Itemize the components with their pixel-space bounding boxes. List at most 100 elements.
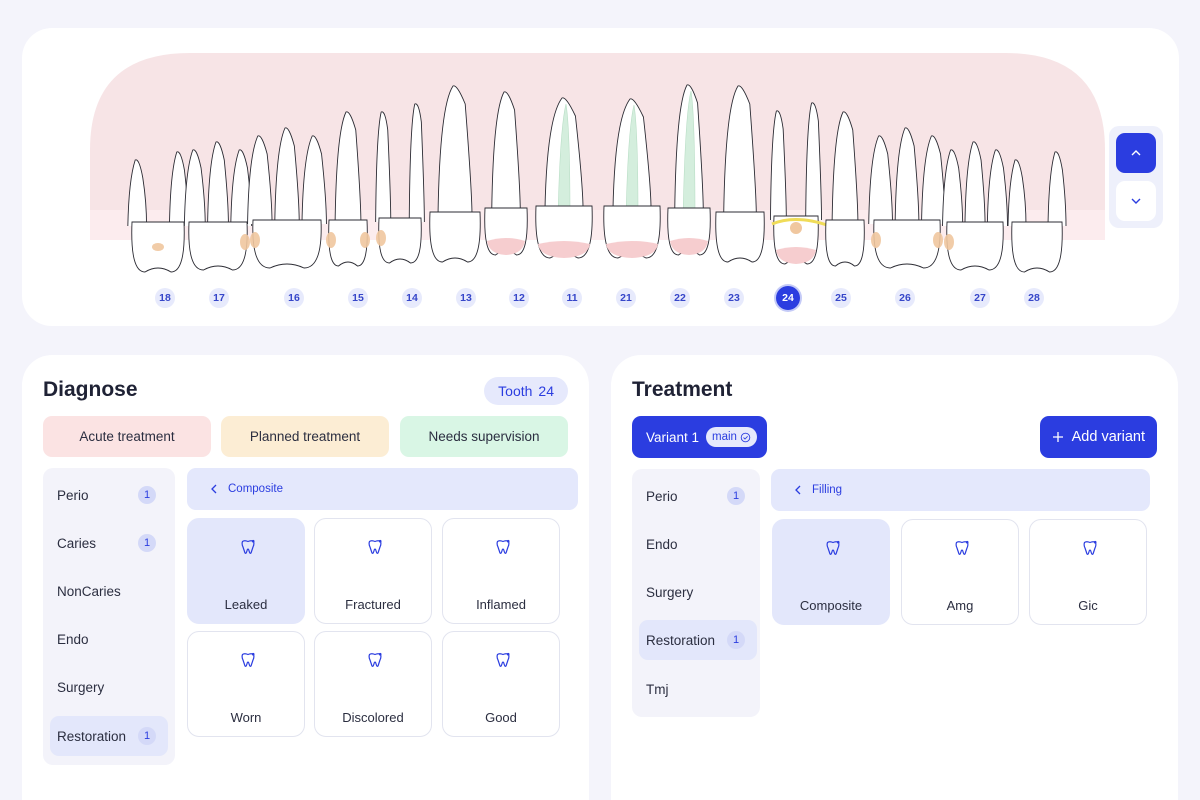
tooth-number-3[interactable]: 15 bbox=[348, 288, 368, 308]
diagnose-breadcrumb[interactable]: Composite bbox=[187, 468, 578, 510]
caries-mark bbox=[152, 243, 164, 251]
status-planned-treatment-button[interactable]: Planned treatment bbox=[221, 416, 389, 457]
chevron-left-icon bbox=[795, 485, 801, 495]
category-count-badge: 1 bbox=[138, 727, 156, 745]
chevron-down-icon bbox=[1131, 198, 1141, 204]
tooth-icon bbox=[952, 538, 972, 558]
tooth-crown bbox=[946, 221, 1004, 271]
category-perio[interactable]: Perio 1 bbox=[50, 475, 168, 515]
treatment-title: Treatment bbox=[632, 378, 733, 401]
option-composite[interactable]: Composite bbox=[772, 519, 890, 625]
tooth-crown bbox=[873, 219, 941, 269]
tooth-number-0[interactable]: 18 bbox=[155, 288, 175, 308]
tooth-icon bbox=[493, 650, 513, 670]
tooth-27 bbox=[942, 141, 1008, 271]
tooth-number-4[interactable]: 14 bbox=[402, 288, 422, 308]
add-variant-button[interactable]: Add variant bbox=[1039, 416, 1157, 458]
category-label: Restoration bbox=[646, 632, 716, 648]
upper-jaw-chart bbox=[90, 53, 1105, 273]
caries-mark bbox=[376, 230, 386, 246]
treatment-breadcrumb[interactable]: Filling bbox=[771, 469, 1150, 511]
option-label: Composite bbox=[799, 598, 863, 613]
tooth-number-5[interactable]: 13 bbox=[456, 288, 476, 308]
category-endo[interactable]: Endo bbox=[50, 619, 168, 659]
tooth-number-13[interactable]: 26 bbox=[895, 288, 915, 308]
tooth-crown bbox=[429, 211, 481, 263]
diagnose-category-list: Perio 1 Caries 1 NonCaries Endo Surgery Restora… bbox=[43, 468, 175, 765]
tooth-icon bbox=[493, 537, 513, 557]
caries-mark bbox=[240, 234, 250, 250]
option-inflamed[interactable]: Inflamed bbox=[442, 518, 560, 624]
category-caries[interactable]: Caries 1 bbox=[50, 523, 168, 563]
status-needs-supervision-button[interactable]: Needs supervision bbox=[400, 416, 568, 457]
option-label: Inflamed bbox=[476, 597, 526, 612]
tooth-number-15[interactable]: 28 bbox=[1024, 288, 1044, 308]
tooth-number-14[interactable]: 27 bbox=[970, 288, 990, 308]
tooth-number-1[interactable]: 17 bbox=[209, 288, 229, 308]
tooth-number-7[interactable]: 11 bbox=[562, 288, 582, 308]
category-tmj[interactable]: Tmj bbox=[639, 669, 757, 709]
category-label: Caries bbox=[57, 535, 97, 551]
tooth-number-8[interactable]: 21 bbox=[616, 288, 636, 308]
tooth-crown bbox=[252, 219, 322, 269]
option-fractured[interactable]: Fractured bbox=[314, 518, 432, 624]
caries-mark bbox=[944, 234, 954, 250]
category-label: Surgery bbox=[646, 584, 694, 600]
category-surgery[interactable]: Surgery bbox=[639, 572, 757, 612]
category-count-badge: 1 bbox=[727, 631, 745, 649]
caries-mark bbox=[790, 222, 802, 234]
option-discolored[interactable]: Discolored bbox=[314, 631, 432, 737]
category-restoration[interactable]: Restoration 1 bbox=[639, 620, 757, 660]
treatment-category-list: Perio 1 Endo Surgery Restoration 1 Tmj bbox=[632, 469, 760, 717]
tooth-number-6[interactable]: 12 bbox=[509, 288, 529, 308]
caries-mark bbox=[326, 232, 336, 248]
tooth-number-12[interactable]: 25 bbox=[831, 288, 851, 308]
category-endo[interactable]: Endo bbox=[639, 524, 757, 564]
category-restoration[interactable]: Restoration 1 bbox=[50, 716, 168, 756]
category-surgery[interactable]: Surgery bbox=[50, 667, 168, 707]
status-acute-treatment-button[interactable]: Acute treatment bbox=[43, 416, 211, 457]
option-label: Fractured bbox=[345, 597, 401, 612]
option-worn[interactable]: Worn bbox=[187, 631, 305, 737]
category-count-badge: 1 bbox=[138, 534, 156, 552]
variant-button[interactable]: Variant 1 main bbox=[632, 416, 767, 458]
option-label: Amg bbox=[946, 598, 974, 613]
option-label: Worn bbox=[230, 710, 262, 725]
breadcrumb-label: Filling bbox=[812, 484, 843, 496]
upper-jaw-button[interactable] bbox=[1116, 133, 1156, 173]
option-good[interactable]: Good bbox=[442, 631, 560, 737]
tooth-26 bbox=[868, 127, 946, 269]
caries-mark bbox=[871, 232, 881, 248]
category-label: Tmj bbox=[646, 681, 669, 697]
selected-tooth-chip[interactable]: Tooth 24 bbox=[484, 377, 568, 405]
category-count-badge: 1 bbox=[138, 486, 156, 504]
tooth-crown bbox=[1011, 221, 1063, 273]
option-label: Gic bbox=[1078, 598, 1098, 613]
tooth-number-11[interactable]: 24 bbox=[776, 286, 800, 310]
option-label: Good bbox=[485, 710, 517, 725]
tooth-number-2[interactable]: 16 bbox=[284, 288, 304, 308]
category-perio[interactable]: Perio 1 bbox=[639, 476, 757, 516]
lower-jaw-button[interactable] bbox=[1116, 181, 1156, 221]
main-variant-tag: main bbox=[706, 427, 757, 447]
treatment-panel: Treatment Variant 1 main Add variant Per… bbox=[611, 355, 1178, 800]
option-leaked[interactable]: Leaked bbox=[187, 518, 305, 624]
category-label: Endo bbox=[57, 631, 89, 647]
caries-mark bbox=[933, 232, 943, 248]
main-tag-label: main bbox=[712, 431, 737, 443]
category-label: NonCaries bbox=[57, 583, 121, 599]
tooth-chip-label: Tooth bbox=[498, 383, 533, 399]
tooth-crown bbox=[825, 219, 865, 267]
option-amg[interactable]: Amg bbox=[901, 519, 1019, 625]
option-label: Discolored bbox=[342, 710, 404, 725]
chevron-up-icon bbox=[1131, 150, 1141, 156]
tooth-number-9[interactable]: 22 bbox=[670, 288, 690, 308]
tooth-number-10[interactable]: 23 bbox=[724, 288, 744, 308]
tooth-icon bbox=[365, 650, 385, 670]
tooth-17 bbox=[183, 141, 253, 271]
category-noncaries[interactable]: NonCaries bbox=[50, 571, 168, 611]
diagnose-panel: Diagnose Tooth 24 Acute treatment Planned… bbox=[22, 355, 589, 800]
plus-icon bbox=[1052, 432, 1063, 442]
breadcrumb-label: Composite bbox=[228, 483, 283, 495]
option-gic[interactable]: Gic bbox=[1029, 519, 1147, 625]
